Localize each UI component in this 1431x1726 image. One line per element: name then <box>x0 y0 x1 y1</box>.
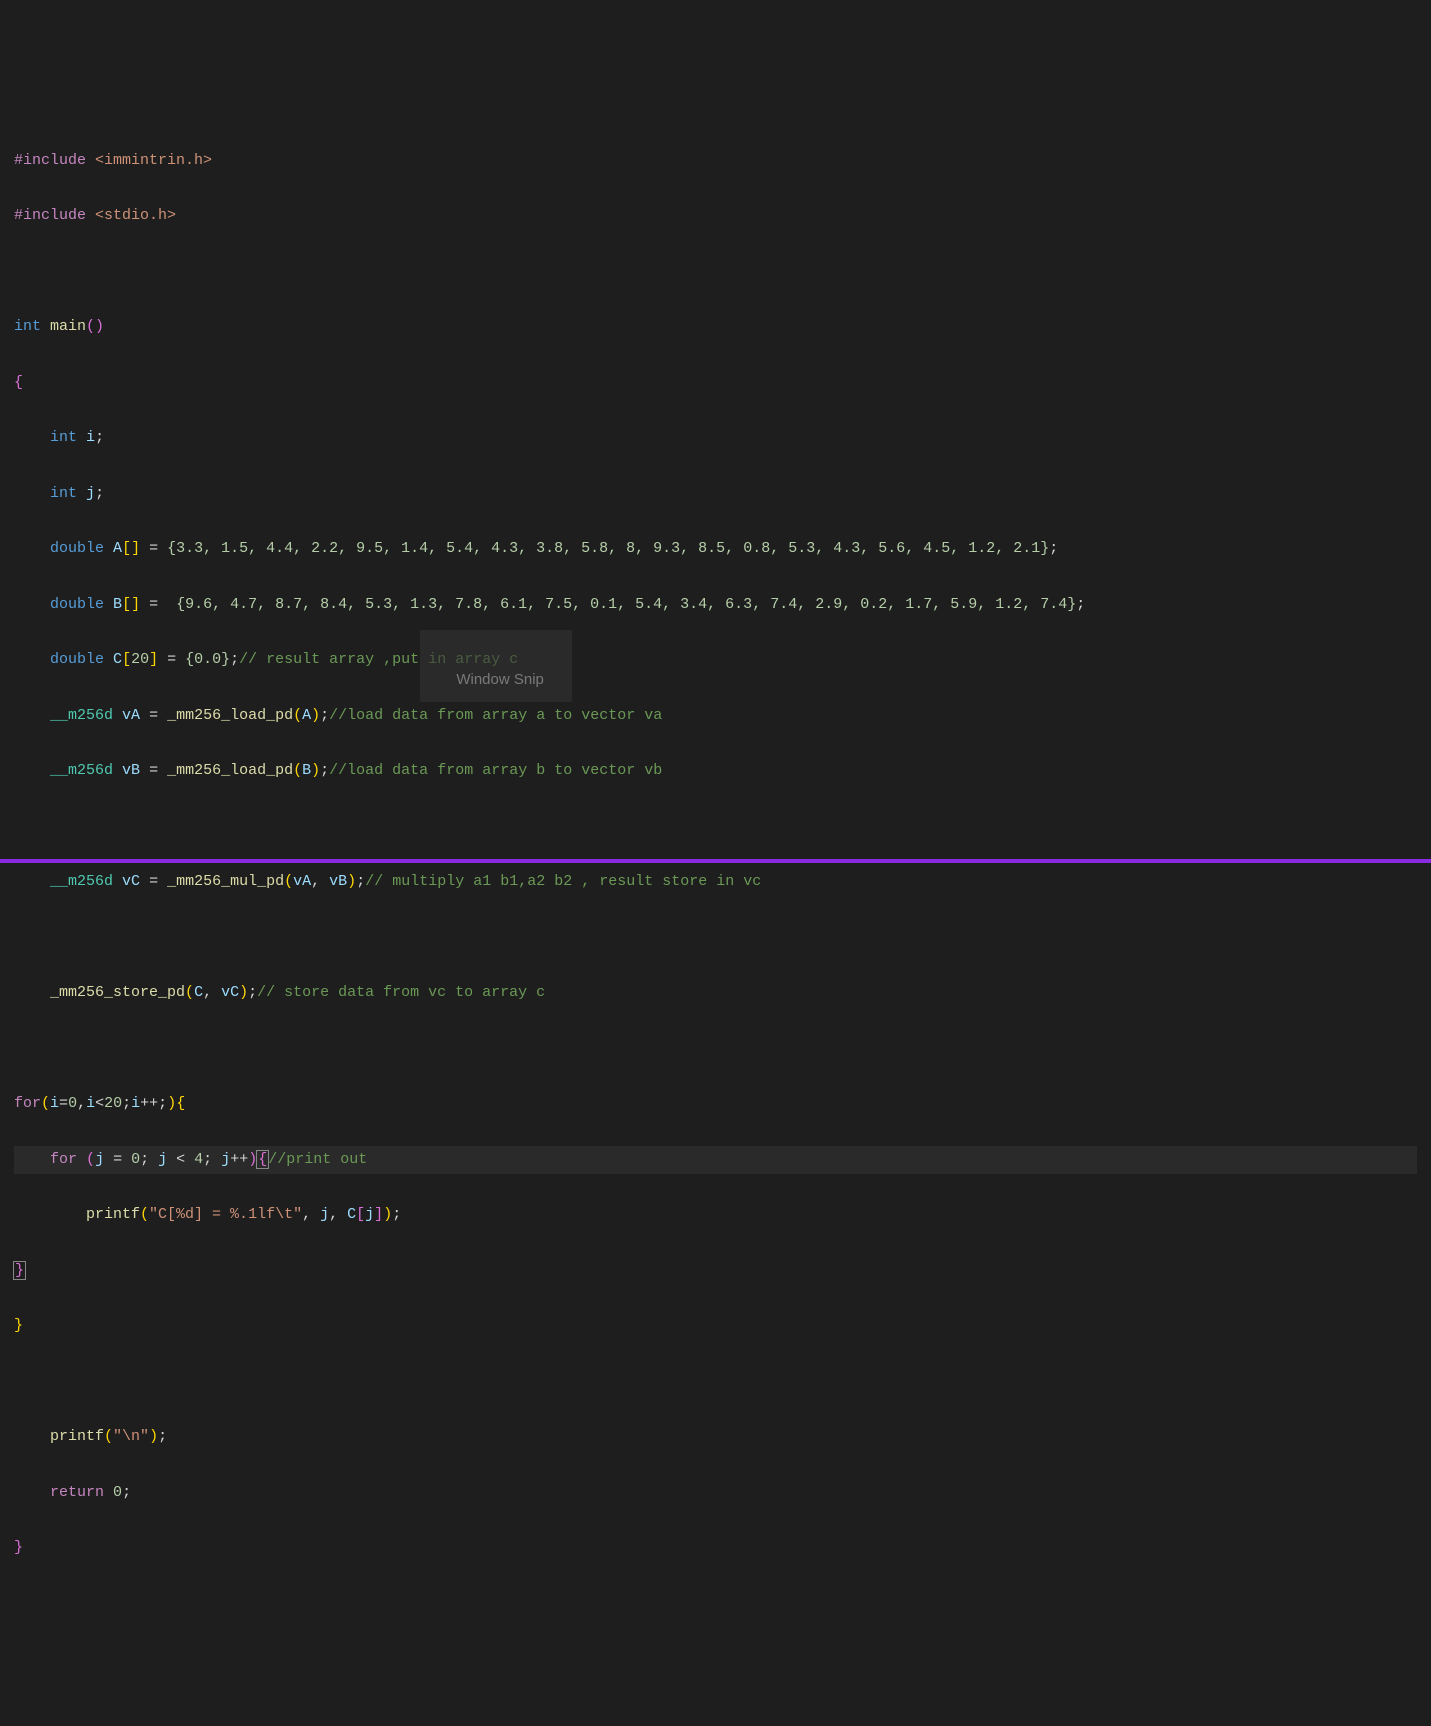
code-line: int main() <box>14 313 1417 341</box>
argument: vB <box>329 873 347 890</box>
argument: vC <box>221 984 239 1001</box>
argument: j <box>365 1206 374 1223</box>
code-line: __m256d vA = _mm256_load_pd(A);//load da… <box>14 702 1417 730</box>
function-call: printf <box>86 1206 140 1223</box>
code-line: __m256d vC = _mm256_mul_pd(vA, vB);// mu… <box>14 868 1417 896</box>
type-keyword: double <box>50 596 104 613</box>
array-literal: {9.6, 4.7, 8.7, 8.4, 5.3, 1.3, 7.8, 6.1,… <box>176 596 1076 613</box>
variable: vB <box>122 762 140 779</box>
code-line: for(i=0,i<20;i++;){ <box>14 1090 1417 1118</box>
function-name: main <box>50 318 86 335</box>
number: 0 <box>131 1151 140 1168</box>
keyword-return: return <box>50 1484 104 1501</box>
variable: i <box>50 1095 59 1112</box>
code-line: { <box>14 369 1417 397</box>
code-line-current: for (j = 0; j < 4; j++){//print out <box>14 1146 1417 1174</box>
comment: //print out <box>268 1151 367 1168</box>
code-line: int j; <box>14 480 1417 508</box>
variable: i <box>131 1095 140 1112</box>
number: 0 <box>68 1095 77 1112</box>
number: 20 <box>104 1095 122 1112</box>
type-name: __m256d <box>50 873 113 890</box>
code-line: } <box>14 1257 1417 1285</box>
function-call: _mm256_mul_pd <box>167 873 284 890</box>
code-line: printf("C[%d] = %.1lf\t", j, C[j]); <box>14 1201 1417 1229</box>
include-header: <immintrin.h> <box>95 152 212 169</box>
keyword-for: for <box>50 1151 77 1168</box>
argument: C <box>347 1206 356 1223</box>
comment: // store data from vc to array c <box>257 984 545 1001</box>
type-keyword: int <box>50 485 77 502</box>
function-call: _mm256_store_pd <box>50 984 185 1001</box>
type-keyword: double <box>50 540 104 557</box>
status-bar[interactable] <box>0 859 1431 863</box>
preprocessor-directive: #include <box>14 152 86 169</box>
comment: // multiply a1 b1,a2 b2 , result store i… <box>365 873 761 890</box>
argument: C <box>194 984 203 1001</box>
code-line: double A[] = {3.3, 1.5, 4.4, 2.2, 9.5, 1… <box>14 535 1417 563</box>
code-line: printf("\n"); <box>14 1423 1417 1451</box>
function-call: _mm256_load_pd <box>167 707 293 724</box>
code-line: double B[] = {9.6, 4.7, 8.7, 8.4, 5.3, 1… <box>14 591 1417 619</box>
function-call: printf <box>50 1428 104 1445</box>
code-line: double C[20] = {0.0};// result array ,pu… <box>14 646 1417 674</box>
function-call: _mm256_load_pd <box>167 762 293 779</box>
variable: j <box>95 1151 104 1168</box>
variable: C <box>113 651 122 668</box>
overlay-text: Window Snip <box>456 671 544 688</box>
window-snip-overlay: Window Snip <box>420 630 572 702</box>
code-line: } <box>14 1312 1417 1340</box>
variable: i <box>86 429 95 446</box>
number: 4 <box>194 1151 203 1168</box>
variable: vC <box>122 873 140 890</box>
preprocessor-directive: #include <box>14 207 86 224</box>
type-keyword: double <box>50 651 104 668</box>
code-line <box>14 924 1417 952</box>
argument: vA <box>293 873 311 890</box>
argument: j <box>320 1206 329 1223</box>
comment: //load data from array a to vector va <box>329 707 662 724</box>
type-name: __m256d <box>50 762 113 779</box>
variable: A <box>113 540 122 557</box>
code-line <box>14 258 1417 286</box>
code-line: #include <stdio.h> <box>14 202 1417 230</box>
keyword-for: for <box>14 1095 41 1112</box>
number: 20 <box>131 651 149 668</box>
code-editor[interactable]: #include <immintrin.h> #include <stdio.h… <box>14 119 1417 1590</box>
type-name: __m256d <box>50 707 113 724</box>
include-header: <stdio.h> <box>95 207 176 224</box>
variable: i <box>86 1095 95 1112</box>
comment: //load data from array b to vector vb <box>329 762 662 779</box>
matching-bracket: } <box>13 1261 26 1280</box>
type-keyword: int <box>50 429 77 446</box>
code-line <box>14 1368 1417 1396</box>
string-literal: "\n" <box>113 1428 149 1445</box>
variable: j <box>221 1151 230 1168</box>
code-line: } <box>14 1534 1417 1562</box>
variable: j <box>86 485 95 502</box>
code-line: int i; <box>14 424 1417 452</box>
code-line <box>14 813 1417 841</box>
code-line <box>14 1035 1417 1063</box>
code-line: __m256d vB = _mm256_load_pd(B);//load da… <box>14 757 1417 785</box>
variable: j <box>158 1151 167 1168</box>
number: 0 <box>113 1484 122 1501</box>
code-line: return 0; <box>14 1479 1417 1507</box>
code-line: #include <immintrin.h> <box>14 147 1417 175</box>
variable: B <box>113 596 122 613</box>
code-line: _mm256_store_pd(C, vC);// store data fro… <box>14 979 1417 1007</box>
type-keyword: int <box>14 318 41 335</box>
argument: A <box>302 707 311 724</box>
array-literal: {0.0} <box>185 651 230 668</box>
variable: vA <box>122 707 140 724</box>
argument: B <box>302 762 311 779</box>
array-literal: {3.3, 1.5, 4.4, 2.2, 9.5, 1.4, 5.4, 4.3,… <box>167 540 1049 557</box>
string-literal: "C[%d] = %.1lf\t" <box>149 1206 302 1223</box>
